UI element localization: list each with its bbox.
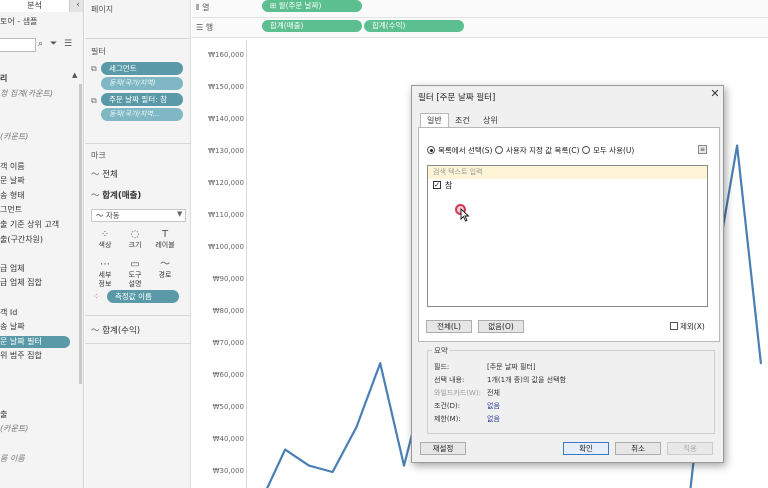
tab-general[interactable]: 일반 [420, 113, 449, 128]
summary-title: 요약 [432, 345, 450, 356]
exclude-label[interactable]: 제외(X) [680, 321, 705, 332]
summary-value: 1개(1개 중)의 값을 선택함 [487, 376, 567, 384]
summary-key: 선택 내용: [434, 376, 465, 384]
radio-custom-value-list-label[interactable]: 사용자 지정 값 목록(C) [506, 145, 579, 156]
sales-data-point[interactable] [284, 448, 287, 451]
sales-data-point[interactable] [759, 362, 762, 365]
select-all-button[interactable]: 전체(L) [426, 320, 472, 333]
summary-key: 와일드카드(W): [434, 389, 481, 397]
summary-key: 조건(D): [434, 402, 461, 410]
dialog-title: 필터 [주문 날짜 필터] [418, 93, 496, 103]
radio-use-all-label[interactable]: 모두 사용(U) [593, 145, 634, 156]
sales-data-point[interactable] [736, 144, 739, 147]
summary-value: [주문 날짜 필터] [487, 363, 536, 371]
mouse-cursor-icon [460, 208, 470, 222]
summary-value[interactable]: 없음 [487, 414, 500, 424]
list-search-input[interactable]: 검색 텍스트 입력 [428, 166, 707, 179]
item-checkbox-true[interactable]: ✓ [433, 181, 441, 189]
sales-data-point[interactable] [331, 471, 334, 473]
radio-select-from-list[interactable] [427, 146, 435, 154]
close-icon[interactable]: ✕ [708, 87, 722, 101]
reset-button[interactable]: 재설정 [420, 442, 466, 455]
filter-dialog: 필터 [주문 날짜 필터] ✕ 일반 조건 상위 목록에서 선택(S) 사용자 … [411, 85, 724, 463]
cancel-button[interactable]: 취소 [615, 442, 661, 455]
select-none-button[interactable]: 없음(O) [478, 320, 524, 333]
radio-use-all[interactable] [582, 146, 590, 154]
value-list [427, 165, 708, 307]
sales-data-point[interactable] [355, 426, 358, 429]
ok-button[interactable]: 확인 [563, 442, 609, 455]
summary-value[interactable]: 없음 [487, 401, 500, 411]
sales-data-point[interactable] [403, 464, 405, 467]
radio-select-from-list-label[interactable]: 목록에서 선택(S) [438, 145, 492, 156]
tab-top[interactable]: 상위 [476, 113, 505, 127]
summary-value: 전체 [487, 389, 500, 397]
item-label-true[interactable]: 참 [445, 180, 452, 191]
tab-condition[interactable]: 조건 [448, 113, 477, 127]
apply-button[interactable]: 적용 [667, 442, 713, 455]
summary-key: 제한(M): [434, 415, 461, 423]
sales-data-point[interactable] [307, 464, 310, 467]
sales-data-point[interactable] [379, 362, 382, 365]
exclude-checkbox[interactable] [670, 322, 678, 330]
radio-custom-value-list[interactable] [495, 146, 503, 154]
summary-key: 필드: [434, 363, 450, 371]
list-options-icon[interactable]: ≡ [698, 145, 707, 154]
